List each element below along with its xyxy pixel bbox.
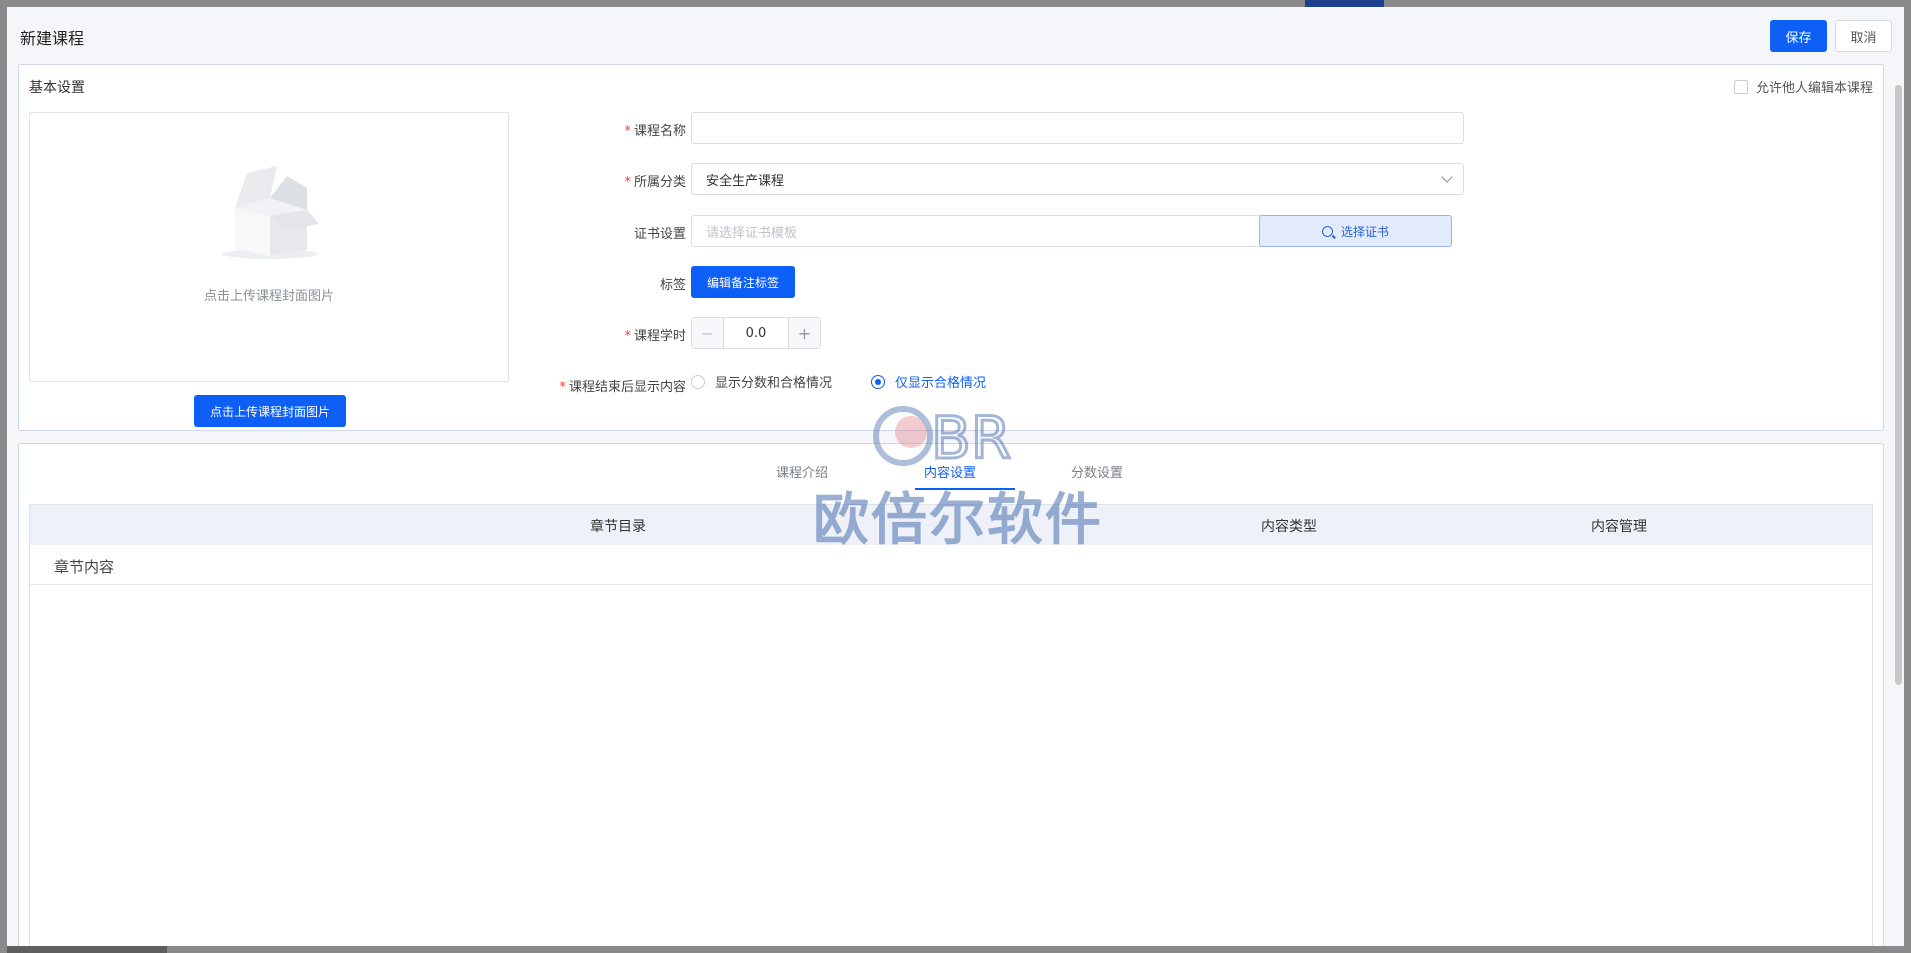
empty-box-icon — [222, 166, 319, 259]
chapter-name-cell: 章节内容 — [54, 558, 115, 576]
certificate-label: 证书设置 — [633, 227, 686, 242]
vertical-scrollbar[interactable] — [1895, 85, 1902, 685]
certificate-placeholder: 请选择证书模板 — [706, 225, 798, 241]
allow-edit-label: 允许他人编辑本课程 — [1755, 81, 1873, 96]
active-tab-indicator — [915, 488, 1015, 490]
hours-label: * 课程学时 — [624, 329, 686, 344]
basic-settings-title: 基本设置 — [29, 80, 85, 96]
bottom-scrollbar[interactable] — [7, 946, 167, 953]
select-certificate-button[interactable]: 选择证书 — [1259, 215, 1452, 247]
category-value: 安全生产课程 — [706, 173, 785, 189]
header-content-type: 内容类型 — [1261, 519, 1317, 535]
after-display-label: * 课程结束后显示内容 — [559, 380, 686, 395]
save-button[interactable]: 保存 — [1770, 20, 1827, 52]
upload-cover-button[interactable]: 点击上传课程封面图片 — [194, 395, 346, 427]
course-name-input[interactable] — [691, 112, 1464, 144]
tab-course-intro[interactable]: 课程介绍 — [776, 462, 828, 481]
header-chapter-directory: 章节目录 — [590, 519, 646, 535]
tab-score-settings[interactable]: 分数设置 — [1071, 462, 1123, 481]
content-panel: 课程介绍 内容设置 分数设置 章节目录 内容类型 内容管理 章节内容 — [18, 443, 1884, 946]
increment-button[interactable]: + — [788, 318, 820, 348]
basic-settings-panel: 基本设置 允许他人编辑本课程 点击上传课程封面图片 点击上传课程封面图片 * 课程… — [18, 64, 1884, 431]
hours-stepper: − 0.0 + — [691, 317, 821, 349]
chevron-down-icon — [1441, 171, 1453, 183]
radio-show-score[interactable]: 显示分数和合格情况 — [691, 372, 832, 391]
radio-show-pass-only-circle[interactable] — [871, 374, 885, 389]
category-select[interactable]: 安全生产课程 — [691, 163, 1464, 195]
dialog-header: 新建课程 保存 取消 — [7, 7, 1904, 63]
radio-show-pass-only[interactable]: 仅显示合格情况 — [871, 372, 986, 391]
new-course-dialog: 新建课程 保存 取消 基本设置 允许他人编辑本课程 点击上传课程封面图片 点击上… — [7, 7, 1904, 946]
cancel-button[interactable]: 取消 — [1835, 20, 1892, 52]
table-header: 章节目录 内容类型 内容管理 — [30, 505, 1872, 545]
top-accent-bar — [1305, 0, 1384, 7]
edit-tags-button[interactable]: 编辑备注标签 — [691, 266, 795, 298]
table-row[interactable]: 章节内容 — [30, 545, 1872, 585]
cover-hint-text: 点击上传课程封面图片 — [203, 289, 334, 304]
tab-content-settings[interactable]: 内容设置 — [924, 462, 976, 481]
course-name-label: * 课程名称 — [624, 124, 686, 139]
hours-value[interactable]: 0.0 — [724, 318, 788, 348]
dialog-title: 新建课程 — [20, 29, 85, 48]
radio-show-score-circle[interactable] — [691, 374, 705, 389]
allow-edit-toggle[interactable]: 允许他人编辑本课程 — [1733, 77, 1873, 96]
category-label: * 所属分类 — [624, 175, 686, 190]
cover-upload-area[interactable]: 点击上传课程封面图片 — [29, 112, 509, 382]
header-content-management: 内容管理 — [1591, 519, 1647, 535]
decrement-button[interactable]: − — [692, 318, 724, 348]
tags-label: 标签 — [659, 278, 686, 293]
search-icon — [1321, 225, 1333, 237]
chapter-table: 章节目录 内容类型 内容管理 章节内容 — [29, 504, 1873, 946]
certificate-input[interactable]: 请选择证书模板 — [691, 215, 1271, 247]
allow-edit-checkbox[interactable] — [1733, 79, 1748, 94]
